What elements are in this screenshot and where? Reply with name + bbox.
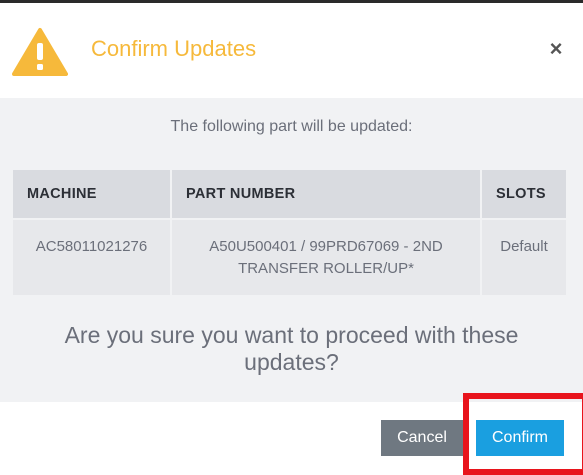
column-header-part-number: PART NUMBER: [171, 170, 482, 220]
cell-part-number: A50U500401 / 99PRD67069 - 2ND TRANSFER R…: [171, 219, 482, 295]
column-header-machine: MACHINE: [13, 170, 172, 220]
dialog-body: The following part will be updated: MACH…: [0, 98, 583, 402]
part-number-line1: A50U500401 / 99PRD67069 - 2ND: [209, 238, 443, 255]
intro-text: The following part will be updated:: [170, 118, 413, 135]
close-icon[interactable]: ×: [546, 38, 566, 60]
part-number-line2: TRANSFER ROLLER/UP*: [238, 260, 414, 277]
dialog-header: Confirm Updates ×: [0, 3, 583, 98]
cancel-button[interactable]: Cancel: [381, 420, 463, 456]
cell-machine: AC58011021276: [13, 219, 172, 295]
question-line1: Are you sure you want to proceed with th…: [64, 322, 519, 348]
cell-slots: Default: [481, 219, 566, 295]
dialog-footer: Cancel Confirm: [0, 402, 583, 468]
parts-table: MACHINE PART NUMBER SLOTS AC58011021276 …: [13, 170, 566, 295]
warning-triangle-icon: [12, 28, 68, 76]
confirm-button[interactable]: Confirm: [476, 420, 564, 456]
table-row: AC58011021276 A50U500401 / 99PRD67069 - …: [13, 219, 566, 295]
confirmation-question: Are you sure you want to proceed with th…: [0, 322, 583, 376]
table-header-row: MACHINE PART NUMBER SLOTS: [13, 170, 566, 220]
dialog-title: Confirm Updates: [91, 36, 257, 61]
question-line2: updates?: [244, 349, 339, 375]
column-header-slots: SLOTS: [481, 170, 566, 220]
